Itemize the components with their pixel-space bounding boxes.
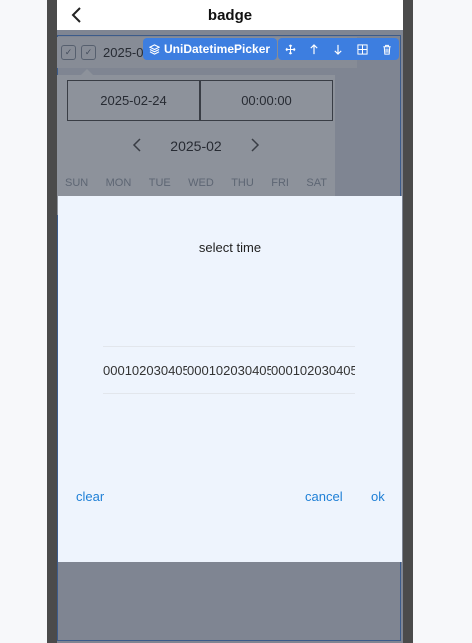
cancel-button[interactable]: cancel — [305, 489, 343, 504]
dialog-title: select time — [198, 240, 262, 255]
second-column[interactable]: 0001020304050 — [271, 347, 355, 393]
clear-button[interactable]: clear — [76, 489, 104, 504]
chevron-left-icon[interactable] — [65, 3, 89, 27]
trash-icon[interactable] — [379, 41, 395, 57]
navbar: badge — [57, 0, 403, 30]
time-picker-dialog: select time 0001020304050 0001020304050 … — [58, 196, 402, 562]
layers-icon — [149, 43, 160, 55]
ok-button[interactable]: ok — [371, 489, 385, 504]
minute-column[interactable]: 0001020304050 — [187, 347, 271, 393]
arrow-up-icon[interactable] — [306, 41, 322, 57]
copy-icon[interactable] — [355, 41, 371, 57]
app-screen: badge ✓ ✓ 2025-0 UniDatetimePicker 2025-… — [57, 0, 403, 643]
device-frame: badge ✓ ✓ 2025-0 UniDatetimePicker 2025-… — [47, 0, 413, 643]
component-tag-label: UniDatetimePicker — [164, 42, 271, 56]
hour-column[interactable]: 0001020304050 — [103, 347, 187, 393]
component-tag[interactable]: UniDatetimePicker — [143, 38, 278, 60]
time-picker-wheel: 0001020304050 0001020304050 000102030405… — [103, 346, 355, 394]
component-toolbar — [278, 38, 399, 60]
move-icon[interactable] — [282, 41, 298, 57]
page-title: badge — [207, 6, 253, 24]
arrow-down-icon[interactable] — [330, 41, 346, 57]
